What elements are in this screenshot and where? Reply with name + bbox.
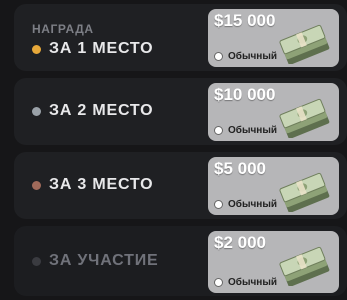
place-dot-participation <box>32 256 41 266</box>
rarity-dot-icon <box>214 200 223 209</box>
prize-card[interactable]: $10 000 Обычный <box>208 83 339 141</box>
place-label: ЗА УЧАСТИЕ <box>32 252 158 270</box>
reward-row-1[interactable]: НАГРАДА ЗА 1 МЕСТО $15 000 Обычный <box>14 4 347 71</box>
place-dot-silver <box>32 106 41 116</box>
prize-card[interactable]: $5 000 Обычный <box>208 157 339 215</box>
place-label: ЗА 3 МЕСТО <box>32 176 153 194</box>
rarity-label: Обычный <box>214 277 277 288</box>
rarity-label: Обычный <box>214 51 277 62</box>
reward-row-participation[interactable]: ЗА УЧАСТИЕ $2 000 Обычный <box>14 226 347 296</box>
rarity-text: Обычный <box>228 125 278 136</box>
prize-amount: $10 000 <box>214 85 276 104</box>
rarity-dot-icon <box>214 52 223 61</box>
place-text: ЗА 3 МЕСТО <box>49 176 154 193</box>
reward-row-3[interactable]: ЗА 3 МЕСТО $5 000 Обычный <box>14 152 347 219</box>
place-label: ЗА 2 МЕСТО <box>32 102 153 120</box>
cash-stack-icon <box>279 246 330 286</box>
prize-amount: $2 000 <box>214 233 266 252</box>
cash-stack-icon <box>279 98 330 138</box>
prize-amount: $15 000 <box>214 11 276 30</box>
place-text: ЗА 1 МЕСТО <box>49 40 154 57</box>
rarity-text: Обычный <box>228 51 278 62</box>
place-text: ЗА 2 МЕСТО <box>49 102 154 119</box>
cash-stack-icon <box>279 24 330 64</box>
rarity-label: Обычный <box>214 199 277 210</box>
rarity-text: Обычный <box>228 199 278 210</box>
reward-header-label: НАГРАДА <box>32 22 94 36</box>
prize-amount: $5 000 <box>214 159 266 178</box>
prize-card[interactable]: $2 000 Обычный <box>208 231 339 293</box>
place-label: ЗА 1 МЕСТО <box>32 40 153 58</box>
reward-row-2[interactable]: ЗА 2 МЕСТО $10 000 Обычный <box>14 78 347 145</box>
rarity-dot-icon <box>214 278 223 287</box>
cash-stack-icon <box>279 172 330 212</box>
rarity-text: Обычный <box>228 277 278 288</box>
place-dot-gold <box>32 44 41 54</box>
prize-card[interactable]: $15 000 Обычный <box>208 9 339 67</box>
place-dot-bronze <box>32 180 41 190</box>
rarity-label: Обычный <box>214 125 277 136</box>
rarity-dot-icon <box>214 126 223 135</box>
place-text: ЗА УЧАСТИЕ <box>49 252 159 269</box>
